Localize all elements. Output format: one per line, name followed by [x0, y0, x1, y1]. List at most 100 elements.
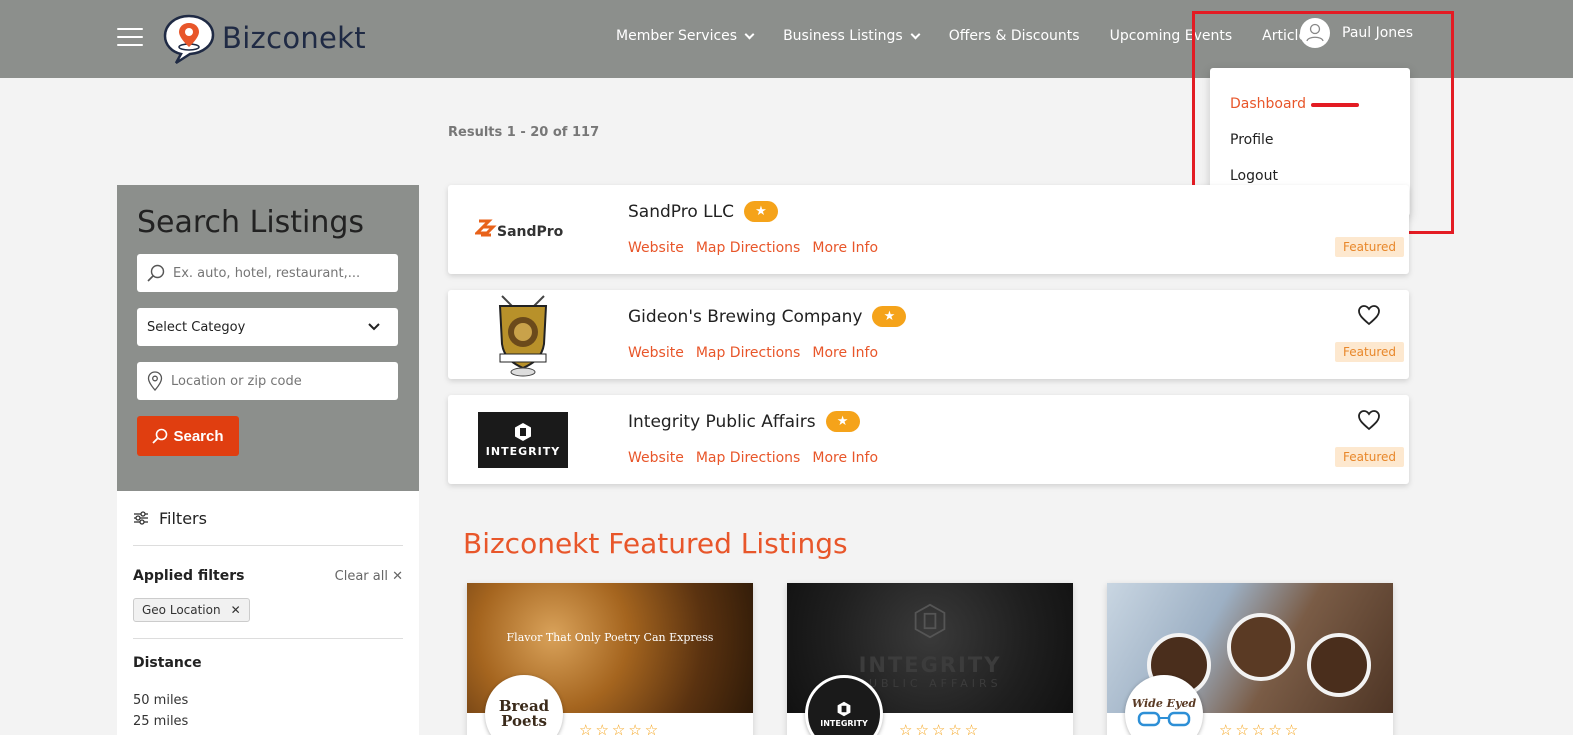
search-panel: Search Listings Select Categoy Search [117, 185, 419, 491]
listing-logo[interactable] [448, 290, 598, 379]
filter-chip-label: Geo Location [142, 603, 221, 617]
chevron-down-icon [744, 29, 755, 39]
site-header: Bizconekt Member Services Business Listi… [0, 0, 1573, 78]
location-pin-icon [147, 371, 163, 391]
featured-image-caption: INTEGRITY [858, 653, 1002, 677]
heart-icon[interactable] [1357, 409, 1381, 431]
featured-section-title: Bizconekt Featured Listings [463, 527, 848, 560]
integrity-logo-text: INTEGRITY [485, 444, 561, 458]
listing-name-text: Gideon's Brewing Company [628, 306, 863, 327]
website-link[interactable]: Website [628, 345, 684, 361]
search-button-label: Search [173, 427, 224, 445]
applied-filters-label: Applied filters [133, 568, 245, 584]
distance-option[interactable]: 50 miles [133, 693, 403, 708]
featured-card[interactable]: INTEGRITY PUBLIC AFFAIRS INTEGRITY ☆☆☆☆☆ [787, 583, 1073, 735]
logo-pin-icon [162, 13, 216, 65]
listing-card: INTEGRITY Integrity Public Affairs ★ Webs… [448, 395, 1409, 484]
star-icon: ★ [872, 306, 907, 327]
distance-option[interactable]: 25 miles [133, 714, 403, 729]
main-nav: Member Services Business Listings Offers… [616, 28, 1344, 44]
more-info-link[interactable]: More Info [812, 345, 878, 361]
featured-card[interactable]: Wide Eyed ☆☆☆☆☆ [1107, 583, 1393, 735]
location-input[interactable] [171, 373, 381, 389]
nav-label: Upcoming Events [1109, 28, 1233, 44]
nav-member-services[interactable]: Member Services [616, 28, 755, 44]
nav-label: Member Services [616, 28, 738, 44]
listing-logo[interactable]: SandPro [448, 185, 598, 274]
nav-upcoming-events[interactable]: Upcoming Events [1110, 28, 1233, 44]
logo-text: Bizconekt [222, 21, 366, 55]
featured-logo-text: INTEGRITY [820, 718, 868, 728]
rating-stars: ☆☆☆☆☆ [1219, 721, 1302, 735]
site-logo[interactable]: Bizconekt [162, 12, 366, 65]
listing-card: SandPro SandPro LLC ★ Website Map Directi… [448, 185, 1409, 274]
listing-links: Website Map Directions More Info [628, 450, 890, 466]
user-menu-toggle[interactable]: Paul Jones [1300, 18, 1413, 48]
nav-label: Offers & Discounts [948, 28, 1080, 44]
sandpro-logo: SandPro [475, 219, 564, 240]
annotation-underline [1311, 103, 1359, 107]
pillar-icon [515, 422, 531, 441]
search-icon [147, 264, 165, 282]
category-selected: Select Categoy [147, 319, 246, 335]
filter-chip: Geo Location ✕ [133, 598, 250, 622]
featured-image-caption: Flavor That Only Poetry Can Express [506, 631, 714, 644]
star-icon: ★ [825, 411, 860, 432]
heart-icon[interactable] [1357, 304, 1381, 326]
featured-logo-text: Wide Eyed [1131, 696, 1197, 710]
keyword-field [137, 254, 398, 292]
map-directions-link[interactable]: Map Directions [696, 450, 801, 466]
website-link[interactable]: Website [628, 240, 684, 256]
sandpro-logo-text: SandPro [497, 224, 564, 240]
listing-name-text: SandPro LLC [628, 201, 734, 222]
listing-name[interactable]: Gideon's Brewing Company ★ [628, 306, 907, 327]
menu-icon[interactable] [117, 28, 143, 48]
listing-name[interactable]: SandPro LLC ★ [628, 201, 778, 222]
featured-badge: Featured [1335, 447, 1404, 467]
featured-card[interactable]: Flavor That Only Poetry Can Express Brea… [467, 583, 753, 735]
featured-logo-text: Poets [501, 712, 547, 730]
listing-name[interactable]: Integrity Public Affairs ★ [628, 411, 860, 432]
pillar-icon [914, 603, 946, 639]
filters-header: Filters [133, 491, 403, 546]
user-avatar-icon [1300, 18, 1330, 48]
nav-offers-discounts[interactable]: Offers & Discounts [949, 28, 1080, 44]
nav-label: Business Listings [783, 28, 903, 44]
distance-title: Distance [133, 655, 202, 671]
rating-stars: ☆☆☆☆☆ [579, 721, 662, 735]
search-button[interactable]: Search [137, 416, 239, 456]
nav-business-listings[interactable]: Business Listings [783, 28, 921, 44]
divider [133, 638, 403, 639]
rating-stars: ☆☆☆☆☆ [899, 721, 982, 735]
featured-badge: Featured [1335, 237, 1404, 257]
more-info-link[interactable]: More Info [812, 240, 878, 256]
chevron-down-icon [368, 323, 380, 331]
filters-panel: Filters Applied filters Clear all ✕ Geo … [117, 491, 419, 735]
category-select[interactable]: Select Categoy [137, 308, 398, 346]
integrity-logo: INTEGRITY [478, 411, 568, 468]
map-directions-link[interactable]: Map Directions [696, 240, 801, 256]
clear-all-button[interactable]: Clear all ✕ [335, 569, 403, 584]
website-link[interactable]: Website [628, 450, 684, 466]
glasses-icon [1137, 711, 1191, 726]
listing-logo[interactable]: INTEGRITY [448, 395, 598, 484]
map-directions-link[interactable]: Map Directions [696, 345, 801, 361]
star-icon: ★ [743, 201, 778, 222]
search-icon [152, 428, 168, 444]
listing-card: Gideon's Brewing Company ★ Website Map Di… [448, 290, 1409, 379]
applied-filters-row: Applied filters Clear all ✕ [133, 568, 403, 584]
location-field [137, 362, 398, 400]
sliders-icon [134, 511, 148, 525]
filters-title: Filters [159, 508, 207, 528]
user-name: Paul Jones [1342, 25, 1414, 41]
menu-item-dashboard[interactable]: Dashboard [1210, 96, 1410, 132]
chevron-down-icon [910, 29, 921, 39]
featured-badge: Featured [1335, 342, 1404, 362]
pillar-icon [837, 701, 851, 716]
results-count: Results 1 - 20 of 117 [448, 125, 600, 140]
search-title: Search Listings [137, 205, 365, 240]
close-icon[interactable]: ✕ [231, 603, 241, 617]
more-info-link[interactable]: More Info [812, 450, 878, 466]
keyword-input[interactable] [173, 265, 383, 281]
menu-item-profile[interactable]: Profile [1210, 132, 1410, 168]
